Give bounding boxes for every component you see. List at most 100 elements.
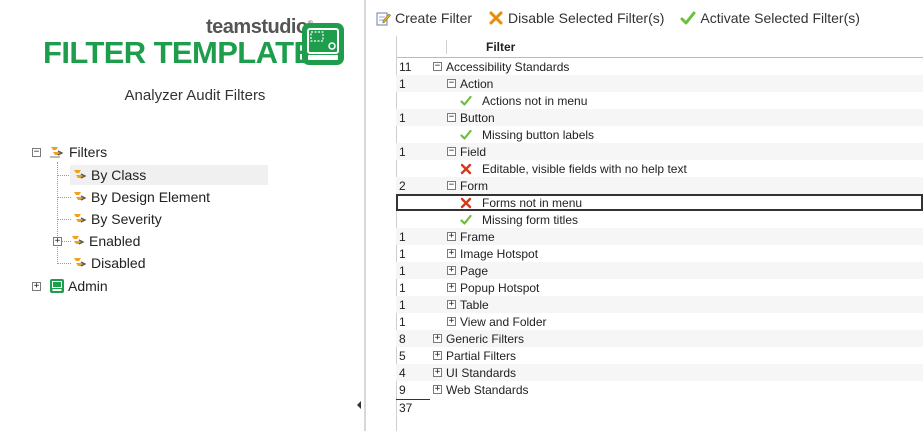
document-row[interactable]: Missing form titles	[396, 211, 923, 228]
disable-filters-label: Disable Selected Filter(s)	[508, 10, 665, 26]
category-row[interactable]: 4 + UI Standards	[396, 364, 923, 381]
row-filter-cell: Missing button labels	[460, 126, 594, 143]
red-x-icon	[460, 163, 472, 174]
row-label: Missing button labels	[482, 127, 595, 142]
category-row[interactable]: 2 − Form	[396, 177, 923, 194]
expand-icon[interactable]: +	[433, 385, 442, 394]
create-filter-button[interactable]: Create Filter	[375, 10, 472, 26]
document-row[interactable]: Actions not in menu	[396, 92, 923, 109]
green-check-icon	[460, 214, 472, 225]
collapse-icon[interactable]: −	[447, 79, 456, 88]
total-count: 37	[399, 401, 413, 415]
green-check-icon	[680, 11, 696, 25]
expand-icon[interactable]: +	[433, 334, 442, 343]
row-label: Image Hotspot	[460, 246, 539, 261]
row-label: Generic Filters	[446, 331, 525, 346]
row-label: Frame	[460, 229, 495, 244]
expand-icon[interactable]: +	[447, 317, 456, 326]
expand-icon[interactable]: +	[433, 351, 442, 360]
row-label: Actions not in menu	[482, 93, 588, 108]
expand-icon[interactable]: +	[447, 283, 456, 292]
row-filter-cell: Missing form titles	[460, 211, 578, 228]
row-count: 1	[399, 230, 406, 244]
green-check-icon	[460, 95, 472, 106]
expand-icon[interactable]: +	[433, 368, 442, 377]
category-row[interactable]: 1 + Page	[396, 262, 923, 279]
row-count: 1	[399, 298, 406, 312]
collapse-icon[interactable]: −	[433, 62, 442, 71]
pencil-notepad-icon	[376, 12, 391, 26]
grid-header: Filter	[396, 36, 923, 58]
row-filter-cell: + Generic Filters	[433, 330, 524, 347]
category-row[interactable]: 1 − Action	[396, 75, 923, 92]
column-header-filter[interactable]: Filter	[486, 40, 515, 54]
document-row-selected[interactable]: Forms not in menu	[396, 194, 923, 211]
row-filter-cell: Actions not in menu	[460, 92, 587, 109]
category-row[interactable]: 1 − Field	[396, 143, 923, 160]
row-filter-cell: + Popup Hotspot	[447, 279, 539, 296]
nav-item-by-design-element[interactable]: By Design Element	[70, 187, 210, 207]
nav-item-disabled[interactable]: Disabled	[70, 253, 145, 273]
nav-item-filters[interactable]: − Filters	[32, 142, 107, 162]
collapse-pane-icon[interactable]	[357, 401, 361, 409]
nav-item-enabled[interactable]: + Enabled	[53, 231, 140, 251]
row-filter-cell: + View and Folder	[447, 313, 547, 330]
row-filter-cell: + Web Standards	[433, 381, 529, 398]
category-row[interactable]: 1 + Frame	[396, 228, 923, 245]
document-row[interactable]: Missing button labels	[396, 126, 923, 143]
database-title: Analyzer Audit Filters	[124, 87, 266, 104]
category-row[interactable]: 1 + Popup Hotspot	[396, 279, 923, 296]
create-filter-label: Create Filter	[395, 10, 473, 26]
category-row[interactable]: 8 + Generic Filters	[396, 330, 923, 347]
expand-icon[interactable]: +	[53, 236, 62, 246]
nav-item-by-class[interactable]: By Class	[70, 165, 268, 185]
nav-item-by-severity[interactable]: By Severity	[70, 209, 162, 229]
activate-filters-button[interactable]: Activate Selected Filter(s)	[680, 10, 860, 26]
expand-icon[interactable]: +	[447, 232, 456, 241]
document-row[interactable]: Editable, visible fields with no help te…	[396, 160, 923, 177]
collapse-icon[interactable]: −	[447, 181, 456, 190]
category-row[interactable]: 1 + Image Hotspot	[396, 245, 923, 262]
row-filter-cell: Forms not in menu	[460, 194, 582, 211]
arrow-funnel-icon	[74, 214, 87, 223]
row-filter-cell: − Form	[447, 177, 488, 194]
row-count: 1	[399, 145, 406, 159]
nav-label-admin: Admin	[68, 278, 108, 294]
nav-label-by-class: By Class	[91, 167, 147, 183]
category-row[interactable]: 5 + Partial Filters	[396, 347, 923, 364]
nav-item-admin[interactable]: + Admin	[32, 276, 108, 296]
row-count: 8	[399, 332, 406, 346]
category-row[interactable]: 1 + View and Folder	[396, 313, 923, 330]
collapse-icon[interactable]: −	[447, 147, 456, 156]
arrow-funnel-icon	[50, 147, 64, 158]
expand-icon[interactable]: +	[447, 266, 456, 275]
disable-filters-button[interactable]: Disable Selected Filter(s)	[488, 10, 664, 26]
category-row[interactable]: 11 − Accessibility Standards	[396, 58, 923, 75]
collapse-icon[interactable]: −	[447, 113, 456, 122]
category-row[interactable]: 1 − Button	[396, 109, 923, 126]
category-row[interactable]: 1 + Table	[396, 296, 923, 313]
collapse-icon[interactable]: −	[32, 147, 41, 157]
column-separator	[396, 36, 397, 58]
column-separator[interactable]	[446, 40, 447, 54]
row-count: 1	[399, 264, 406, 278]
filter-view-grid: Filter 11 − Accessibility Standards 1 − …	[396, 36, 923, 431]
arrow-funnel-icon	[74, 192, 87, 201]
row-count: 11	[399, 60, 412, 74]
expand-icon[interactable]: +	[447, 300, 456, 309]
nav-label-by-severity: By Severity	[91, 211, 162, 227]
nav-label-disabled: Disabled	[91, 255, 146, 271]
action-bar: Create Filter Disable Selected Filter(s)…	[366, 0, 923, 36]
row-count: 1	[399, 281, 406, 295]
row-label: Button	[460, 110, 495, 125]
row-count: 4	[399, 366, 406, 380]
row-label: Accessibility Standards	[446, 59, 570, 74]
row-label: Action	[460, 76, 494, 91]
row-count: 5	[399, 349, 406, 363]
row-count: 1	[399, 247, 406, 261]
expand-icon[interactable]: +	[32, 281, 41, 291]
navigator-pane: teamstudio® FILTER TEMPLATE Analyzer Aud…	[0, 0, 361, 431]
activate-filters-label: Activate Selected Filter(s)	[700, 10, 860, 26]
category-row[interactable]: 9 + Web Standards	[396, 381, 923, 398]
expand-icon[interactable]: +	[447, 249, 456, 258]
